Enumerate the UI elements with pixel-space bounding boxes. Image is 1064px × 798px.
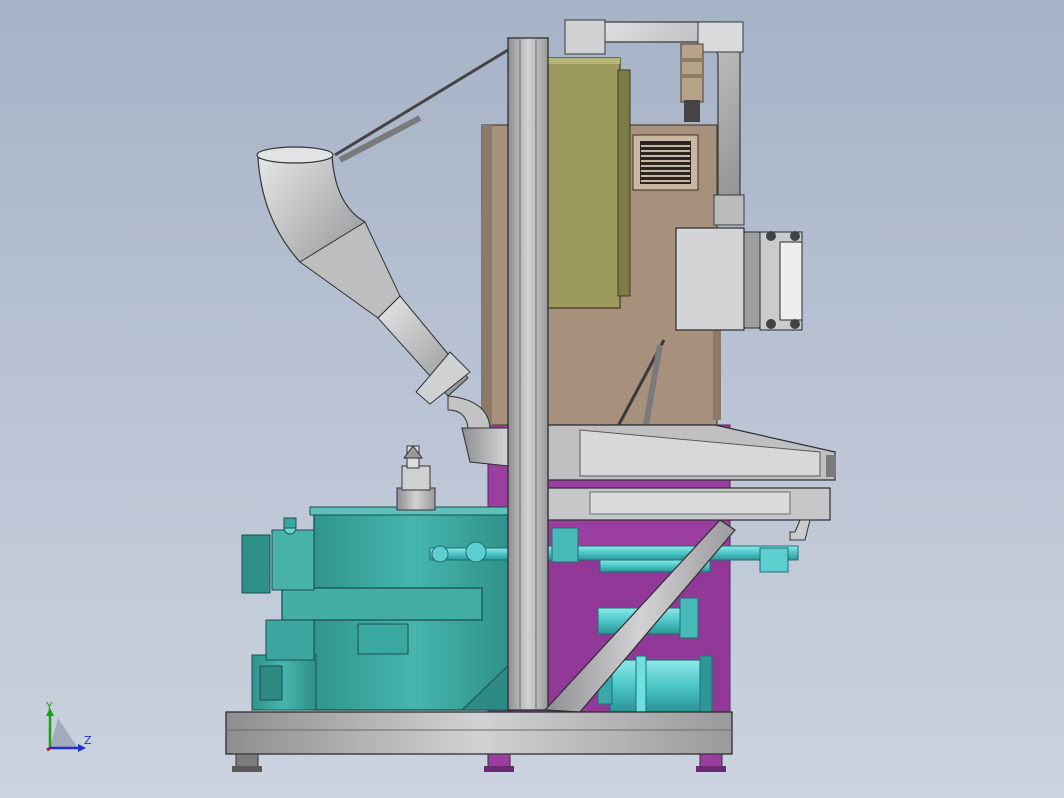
triad-y-label: Y [45, 700, 53, 713]
teal-tank [281, 506, 517, 711]
dust-filter-canister [680, 43, 704, 122]
cad-viewport[interactable]: Y Z [0, 0, 1064, 798]
vertical-frame [507, 37, 549, 711]
vent-grille [632, 134, 699, 191]
junction-box [675, 227, 803, 331]
machine-model[interactable]: Y Z [0, 0, 1064, 798]
tank-motor [251, 619, 317, 711]
triad-z-label: Z [84, 734, 92, 747]
tank-inlet-funnel [396, 445, 436, 511]
inlet-elbow-duct [256, 146, 491, 429]
olive-control-panel [547, 57, 631, 309]
valve-assembly [241, 517, 315, 594]
chute-tray [547, 424, 836, 521]
coordinate-triad-icon [46, 708, 86, 752]
base-frame [225, 711, 733, 772]
